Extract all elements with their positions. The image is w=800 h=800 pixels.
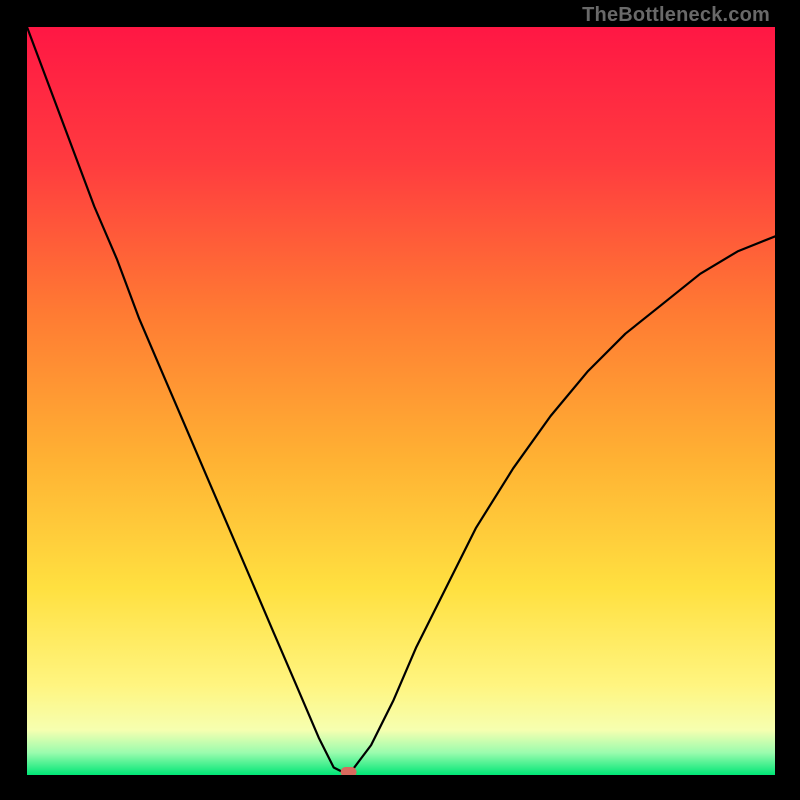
optimal-marker (341, 767, 357, 775)
chart-frame: TheBottleneck.com (0, 0, 800, 800)
bottleneck-chart (27, 27, 775, 775)
plot-area (27, 27, 775, 775)
gradient-background (27, 27, 775, 775)
watermark-text: TheBottleneck.com (582, 4, 770, 27)
